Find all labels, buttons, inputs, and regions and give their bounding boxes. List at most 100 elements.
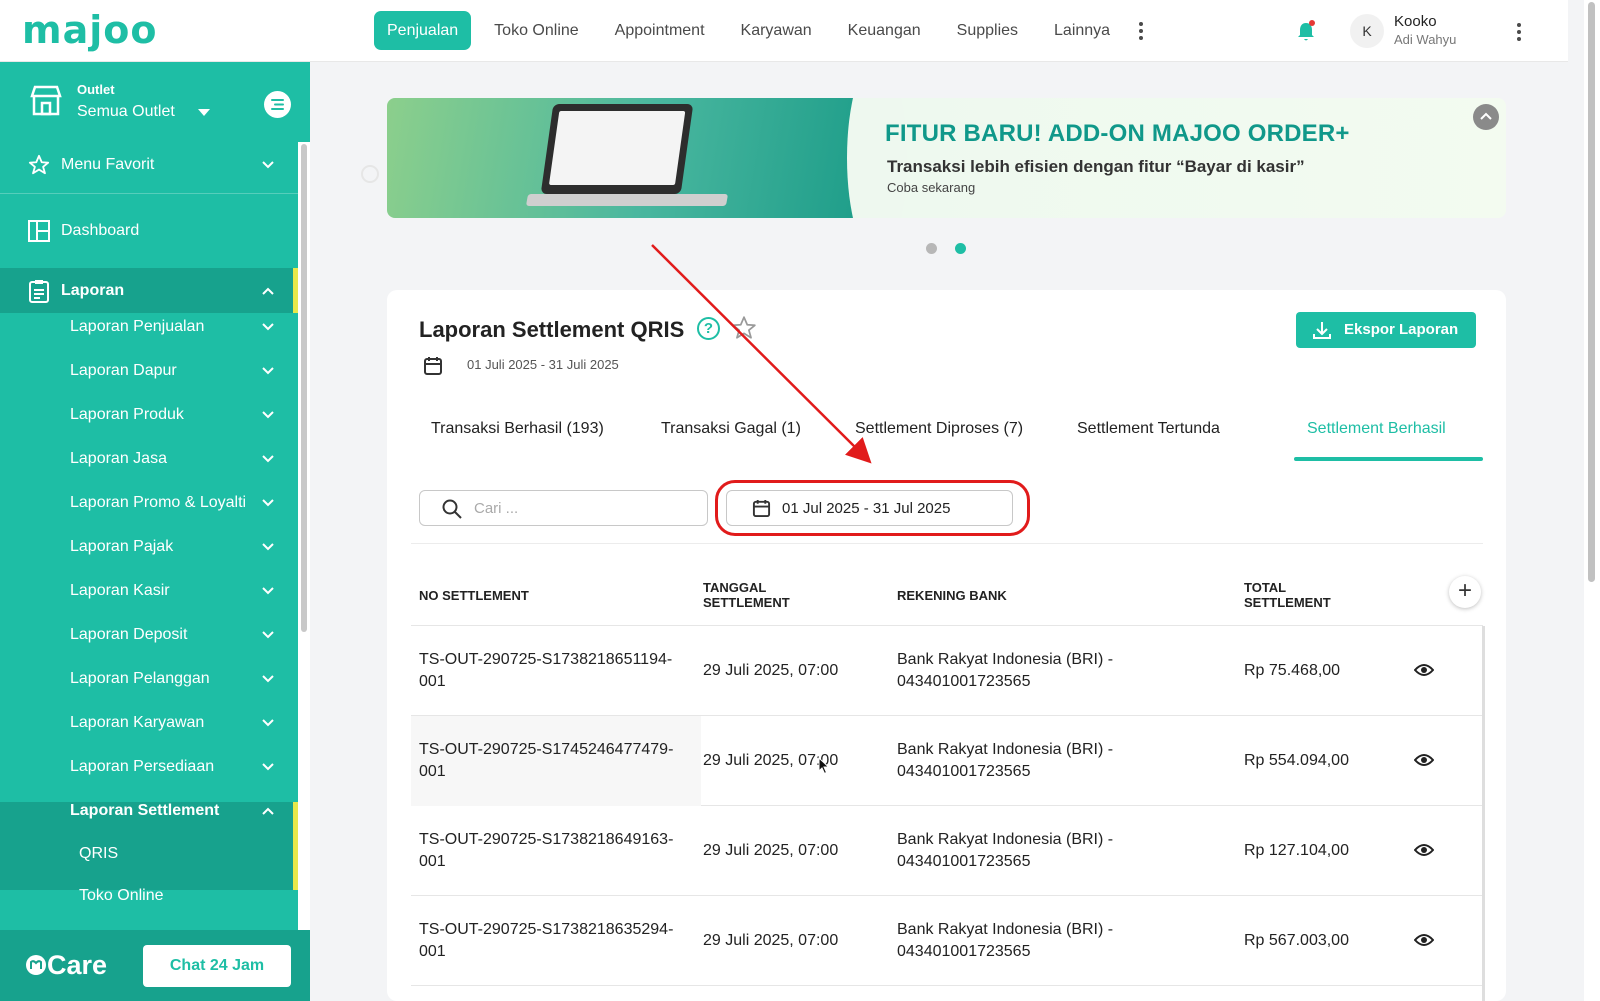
sidebar-item-laporan[interactable]: Laporan (0, 268, 298, 313)
chevron-down-icon (262, 763, 274, 771)
page-scrollbar[interactable] (1584, 0, 1600, 1001)
sidebar-item-label: Laporan Pajak (70, 538, 174, 555)
sidebar-collapse-icon[interactable] (264, 91, 291, 118)
sidebar-item-laporan-jasa[interactable]: Laporan Jasa (0, 448, 298, 470)
nav-keuangan[interactable]: Keuangan (835, 11, 934, 50)
sidebar-item-dashboard[interactable]: Dashboard (0, 218, 298, 244)
row-cell-bg (411, 626, 701, 716)
outlet-label: Outlet (77, 82, 115, 97)
sidebar-item-laporan-promo[interactable]: Laporan Promo & Loyalti (0, 492, 298, 514)
nav-supplies[interactable]: Supplies (944, 11, 1031, 50)
add-column-button[interactable]: + (1449, 576, 1481, 608)
table-row[interactable]: TS-OUT-290725-S1745246477479- 001 29 Jul… (411, 716, 1483, 806)
row-cell-bg (411, 896, 701, 986)
sidebar-scrollbar[interactable] (298, 142, 310, 1001)
promo-banner[interactable]: FITUR BARU! ADD-ON MAJOO ORDER+ Transaks… (387, 98, 1506, 218)
row-date: 29 Juli 2025, 07:00 (703, 932, 839, 949)
row-no-line1: TS-OUT-290725-S1738218649163- (419, 831, 674, 848)
user-name[interactable]: Kooko (1394, 13, 1437, 30)
chevron-up-icon (262, 807, 274, 815)
sidebar-item-laporan-pajak[interactable]: Laporan Pajak (0, 536, 298, 558)
table-row[interactable]: TS-OUT-290725-S1738218651194- 001 29 Jul… (411, 626, 1483, 716)
row-total: Rp 554.094,00 (1244, 752, 1349, 769)
sidebar-item-label: Laporan Deposit (70, 626, 188, 643)
menu-favorite[interactable]: Menu Favorit (0, 134, 300, 194)
sidebar-item-laporan-produk[interactable]: Laporan Produk (0, 404, 298, 426)
view-eye-icon[interactable] (1414, 662, 1434, 678)
view-eye-icon[interactable] (1414, 752, 1434, 768)
sidebar-item-laporan-settlement[interactable]: Laporan Settlement (0, 800, 298, 822)
nav-lainnya[interactable]: Lainnya (1041, 11, 1123, 50)
search-placeholder: Cari ... (474, 500, 519, 517)
row-no-line2: 001 (419, 673, 446, 690)
chevron-down-icon (262, 719, 274, 727)
nav-penjualan[interactable]: Penjualan (374, 11, 472, 50)
nav-appointment[interactable]: Appointment (602, 11, 718, 50)
chevron-down-icon (262, 411, 274, 419)
view-eye-icon[interactable] (1414, 842, 1434, 858)
nav-more-icon[interactable] (1133, 11, 1149, 50)
majoo-m-icon (26, 955, 46, 975)
majoo-logo[interactable]: majoo (22, 10, 157, 50)
sidebar-item-label: Laporan Pelanggan (70, 670, 210, 687)
tab-settlement-berhasil[interactable]: Settlement Berhasil (1307, 420, 1446, 438)
sidebar-item-laporan-dapur[interactable]: Laporan Dapur (0, 360, 298, 382)
chevron-down-icon (262, 323, 274, 331)
sidebar-item-laporan-pelanggan[interactable]: Laporan Pelanggan (0, 668, 298, 690)
sidebar-item-laporan-kasir[interactable]: Laporan Kasir (0, 580, 298, 602)
banner-dot-1[interactable] (926, 243, 937, 254)
search-icon (442, 499, 462, 519)
chevron-down-icon (262, 499, 274, 507)
chevron-up-icon (262, 287, 274, 295)
outlet-selector[interactable]: Outlet Semua Outlet (0, 62, 310, 134)
tab-transaksi-gagal[interactable]: Transaksi Gagal (1) (661, 420, 801, 438)
outlet-dropdown-icon[interactable] (198, 109, 210, 116)
export-report-button[interactable]: Ekspor Laporan (1296, 312, 1476, 348)
col-tanggal-line1: TANGGAL (703, 580, 767, 595)
banner-collapse-icon[interactable] (1473, 104, 1499, 130)
sidebar-item-laporan-deposit[interactable]: Laporan Deposit (0, 624, 298, 646)
menu-favorite-row[interactable]: Menu Favorit (0, 154, 298, 176)
care-logo: Care (25, 950, 107, 981)
help-icon[interactable]: ? (697, 317, 720, 340)
sidebar-item-qris[interactable]: QRIS (0, 843, 298, 865)
sidebar-item-label: Laporan (61, 281, 125, 299)
store-icon (30, 85, 62, 116)
col-total-line1: TOTAL (1244, 580, 1287, 595)
mouse-cursor-icon (818, 757, 830, 775)
table-row[interactable]: TS-OUT-290725-S1738218649163- 001 29 Jul… (411, 806, 1483, 896)
sidebar-item-laporan-persediaan[interactable]: Laporan Persediaan (0, 756, 298, 778)
row-bank-line2: 043401001723565 (897, 853, 1031, 870)
tab-settlement-diproses[interactable]: Settlement Diproses (7) (855, 420, 1023, 438)
row-bank-line2: 043401001723565 (897, 943, 1031, 960)
row-no-line2: 001 (419, 763, 446, 780)
nav-toko-online[interactable]: Toko Online (481, 11, 592, 50)
banner-dot-2[interactable] (955, 243, 966, 254)
tab-transaksi-berhasil[interactable]: Transaksi Berhasil (193) (431, 420, 604, 438)
banner-subline: Transaksi lebih efisien dengan fitur “Ba… (887, 157, 1305, 176)
outlet-value[interactable]: Semua Outlet (77, 103, 175, 121)
sidebar-item-toko-online[interactable]: Toko Online (0, 885, 298, 907)
banner-pagination (926, 243, 966, 254)
sidebar-item-laporan-karyawan[interactable]: Laporan Karyawan (0, 712, 298, 734)
user-menu-icon[interactable] (1511, 12, 1527, 51)
col-rekening-bank: REKENING BANK (897, 588, 1007, 603)
menu-favorite-label: Menu Favorit (61, 156, 155, 173)
notification-bell-icon[interactable] (1296, 20, 1316, 42)
laptop-illustration (540, 104, 694, 194)
table-row[interactable]: TS-OUT-290725-S1738218635294- 001 29 Jul… (411, 896, 1483, 986)
chat-24-button[interactable]: Chat 24 Jam (143, 945, 291, 987)
favorite-star-icon[interactable] (731, 315, 757, 341)
col-no-settlement: NO SETTLEMENT (419, 588, 529, 603)
banner-cta[interactable]: Coba sekarang (887, 180, 975, 195)
search-input[interactable]: Cari ... (419, 490, 708, 526)
banner-prev-icon[interactable] (361, 165, 379, 183)
tab-settlement-tertunda[interactable]: Settlement Tertunda (1077, 420, 1220, 438)
view-eye-icon[interactable] (1414, 932, 1434, 948)
nav-karyawan[interactable]: Karyawan (728, 11, 825, 50)
row-bank-line1: Bank Rakyat Indonesia (BRI) - (897, 831, 1114, 848)
row-total: Rp 127.104,00 (1244, 842, 1349, 859)
user-avatar[interactable]: K (1350, 14, 1384, 48)
banner-image (387, 98, 857, 218)
sidebar-item-laporan-penjualan[interactable]: Laporan Penjualan (0, 316, 298, 338)
